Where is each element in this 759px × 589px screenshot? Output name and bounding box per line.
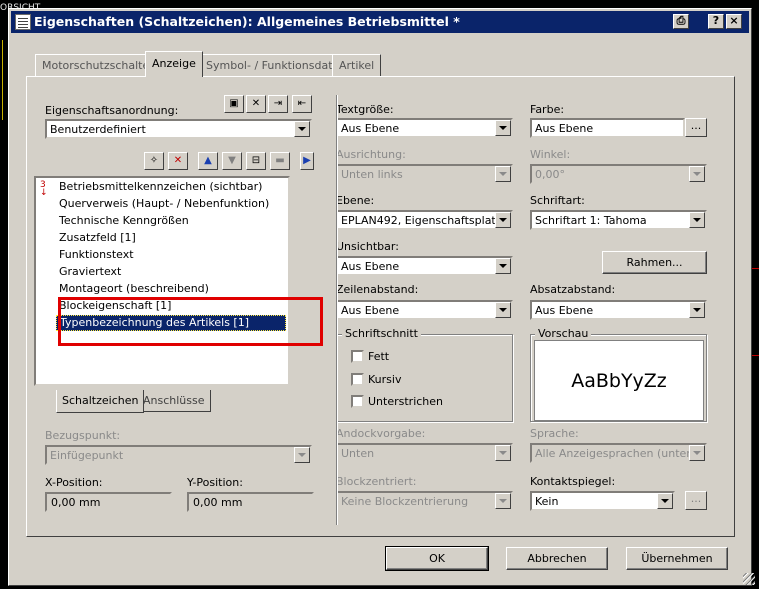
highlight-annotation — [58, 297, 323, 346]
tab-anzeige[interactable]: Anzeige — [145, 51, 203, 77]
tab-artikel[interactable]: Artikel — [332, 54, 382, 76]
tab-schaltzeichen[interactable]: Schaltzeichen — [56, 390, 145, 413]
list-item[interactable]: Betriebsmittelkennzeichen (sichtbar) — [56, 179, 265, 195]
help-button[interactable]: ? — [708, 14, 724, 29]
list-item[interactable]: Querverweis (Haupt- / Nebenfunktion) — [56, 196, 272, 212]
title-bar[interactable]: Eigenschaften (Schaltzeichen): Allgemein… — [11, 11, 749, 33]
tab-symbol-funktionsdaten[interactable]: Symbol- / Funktionsdaten — [199, 54, 354, 76]
list-item[interactable]: Graviertext — [56, 264, 124, 280]
dialog-icon — [15, 14, 31, 30]
print-icon[interactable]: ⎙ — [673, 14, 689, 29]
sort-icon: 3 ↓ — [40, 180, 48, 198]
cad-red-line — [752, 268, 759, 269]
close-button[interactable]: × — [726, 14, 742, 29]
list-item[interactable]: Technische Kenngrößen — [56, 213, 192, 229]
window-title: Eigenschaften (Schaltzeichen): Allgemein… — [34, 14, 460, 29]
tab-motorschutzschalter[interactable]: Motorschutzschalter — [35, 54, 161, 76]
apply-button[interactable]: Übernehmen — [626, 547, 728, 570]
resize-grip-icon[interactable] — [743, 573, 755, 585]
cancel-button[interactable]: Abbrechen — [506, 547, 608, 570]
cad-red-line — [752, 355, 759, 356]
list-item[interactable]: Montageort (beschreibend) — [56, 281, 212, 297]
list-item[interactable]: Funktionstext — [56, 247, 137, 263]
cad-line — [2, 40, 3, 120]
ok-button[interactable]: OK — [385, 546, 489, 571]
property-list[interactable]: 3 ↓ Betriebsmittelkennzeichen (sichtbar) … — [34, 176, 290, 386]
column-divider — [336, 95, 338, 525]
list-item[interactable]: Zusatzfeld [1] — [56, 230, 139, 246]
